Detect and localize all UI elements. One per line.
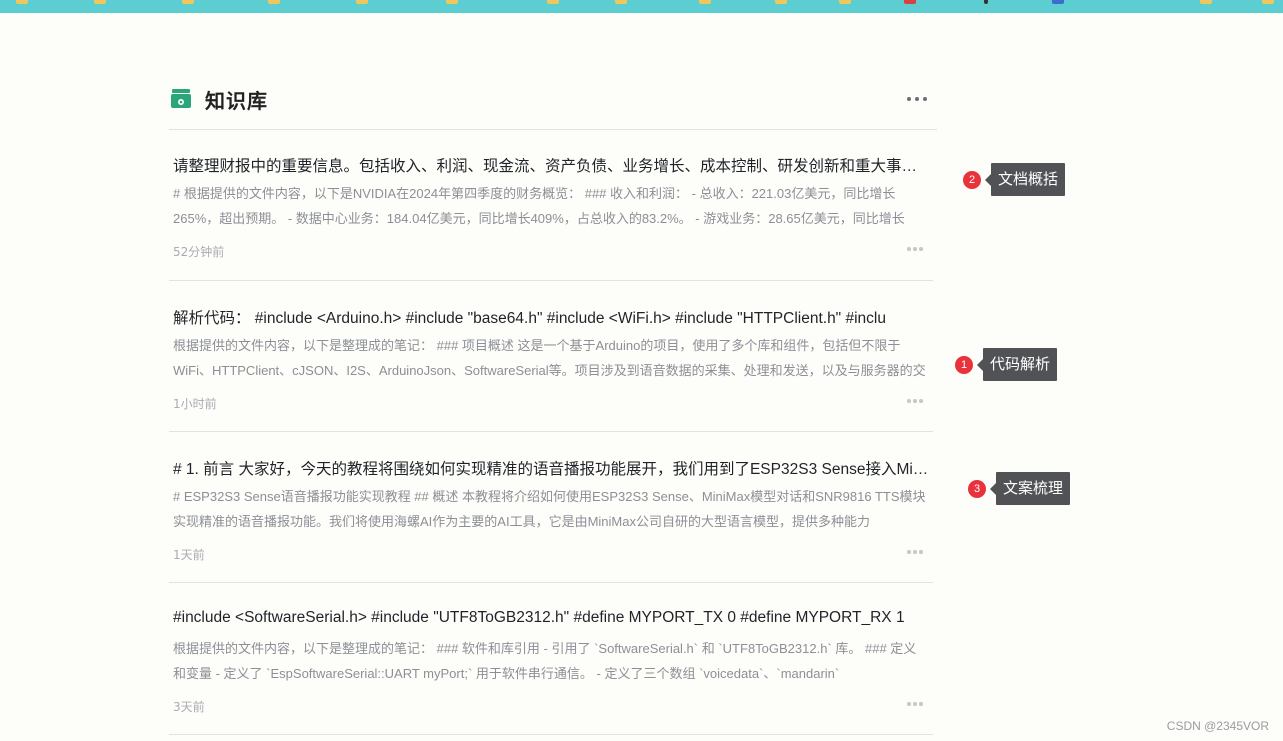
item-more-icon[interactable] xyxy=(907,696,925,712)
bookmark-folder-icon[interactable] xyxy=(839,0,851,4)
bookmark-site-icon[interactable] xyxy=(904,0,916,4)
list-item[interactable]: # 1. 前言 大家好，今天的教程将围绕如何实现精准的语音播报功能展开，我们用到… xyxy=(169,457,933,609)
bookmark-folder-icon[interactable] xyxy=(1200,0,1212,4)
bookmark-folder-icon[interactable] xyxy=(446,0,458,4)
item-divider xyxy=(169,431,933,432)
item-title[interactable]: 请整理财报中的重要信息。包括收入、利润、现金流、资产负债、业务增长、成本控制、研… xyxy=(173,154,929,176)
more-options-button[interactable] xyxy=(907,91,929,107)
item-title[interactable]: # 1. 前言 大家好，今天的教程将围绕如何实现精准的语音播报功能展开，我们用到… xyxy=(173,457,929,479)
bookmark-folder-icon[interactable] xyxy=(182,0,194,4)
list-item[interactable]: 解析代码： #include <Arduino.h> #include "bas… xyxy=(169,306,933,458)
header-divider xyxy=(169,129,937,130)
list-item[interactable]: #include <SoftwareSerial.h> #include "UT… xyxy=(169,609,933,741)
item-title[interactable]: 解析代码： #include <Arduino.h> #include "bas… xyxy=(173,306,929,328)
annotation-label: 文档概括 xyxy=(984,163,1066,196)
item-more-icon[interactable] xyxy=(907,393,925,409)
item-divider xyxy=(169,734,933,735)
bookmark-site-icon[interactable] xyxy=(1052,0,1064,4)
annotation-number-badge: 1 xyxy=(955,356,973,374)
item-title[interactable]: #include <SoftwareSerial.h> #include "UT… xyxy=(173,609,929,627)
knowledge-base-header: 知识库 xyxy=(169,84,937,114)
item-divider xyxy=(169,280,933,281)
item-timestamp: 1天前 xyxy=(173,548,205,562)
item-more-icon[interactable] xyxy=(907,241,925,257)
item-summary: 根据提供的文件内容，以下是整理成的笔记： ### 项目概述 这是一个基于Ardu… xyxy=(173,338,926,378)
bookmark-site-icon[interactable] xyxy=(984,0,988,4)
bookmark-folder-icon[interactable] xyxy=(699,0,711,4)
annotation-label: 文案梳理 xyxy=(989,472,1071,505)
bookmark-folder-icon[interactable] xyxy=(1262,0,1274,4)
watermark: CSDN @2345VOR xyxy=(1166,719,1269,733)
annotation-number-badge: 3 xyxy=(968,480,986,498)
list-item[interactable]: 请整理财报中的重要信息。包括收入、利润、现金流、资产负债、业务增长、成本控制、研… xyxy=(169,154,933,306)
item-more-icon[interactable] xyxy=(907,544,925,560)
item-divider xyxy=(169,582,933,583)
annotation-label: 代码解析 xyxy=(976,348,1058,381)
bookmark-folder-icon[interactable] xyxy=(268,0,280,4)
page-title: 知识库 xyxy=(205,89,268,113)
annotation-number-badge: 2 xyxy=(963,171,981,189)
bookmark-folder-icon[interactable] xyxy=(615,0,627,4)
item-summary: 根据提供的文件内容，以下是整理成的笔记： ### 软件和库引用 - 引用了 `S… xyxy=(173,641,917,681)
bookmark-folder-icon[interactable] xyxy=(547,0,559,4)
bookmarks-bar xyxy=(0,0,1283,13)
item-timestamp: 3天前 xyxy=(173,700,205,714)
bookmark-folder-icon[interactable] xyxy=(356,0,368,4)
bookmark-folder-icon[interactable] xyxy=(775,0,787,4)
item-timestamp: 1小时前 xyxy=(173,397,217,411)
archive-box-icon xyxy=(171,89,191,108)
item-summary: # 根据提供的文件内容，以下是NVIDIA在2024年第四季度的财务概览： ##… xyxy=(173,186,905,226)
bookmark-folder-icon[interactable] xyxy=(94,0,106,4)
item-timestamp: 52分钟前 xyxy=(173,245,225,259)
bookmark-folder-icon[interactable] xyxy=(16,0,28,4)
item-summary: # ESP32S3 Sense语音播报功能实现教程 ## 概述 本教程将介绍如何… xyxy=(173,489,926,529)
